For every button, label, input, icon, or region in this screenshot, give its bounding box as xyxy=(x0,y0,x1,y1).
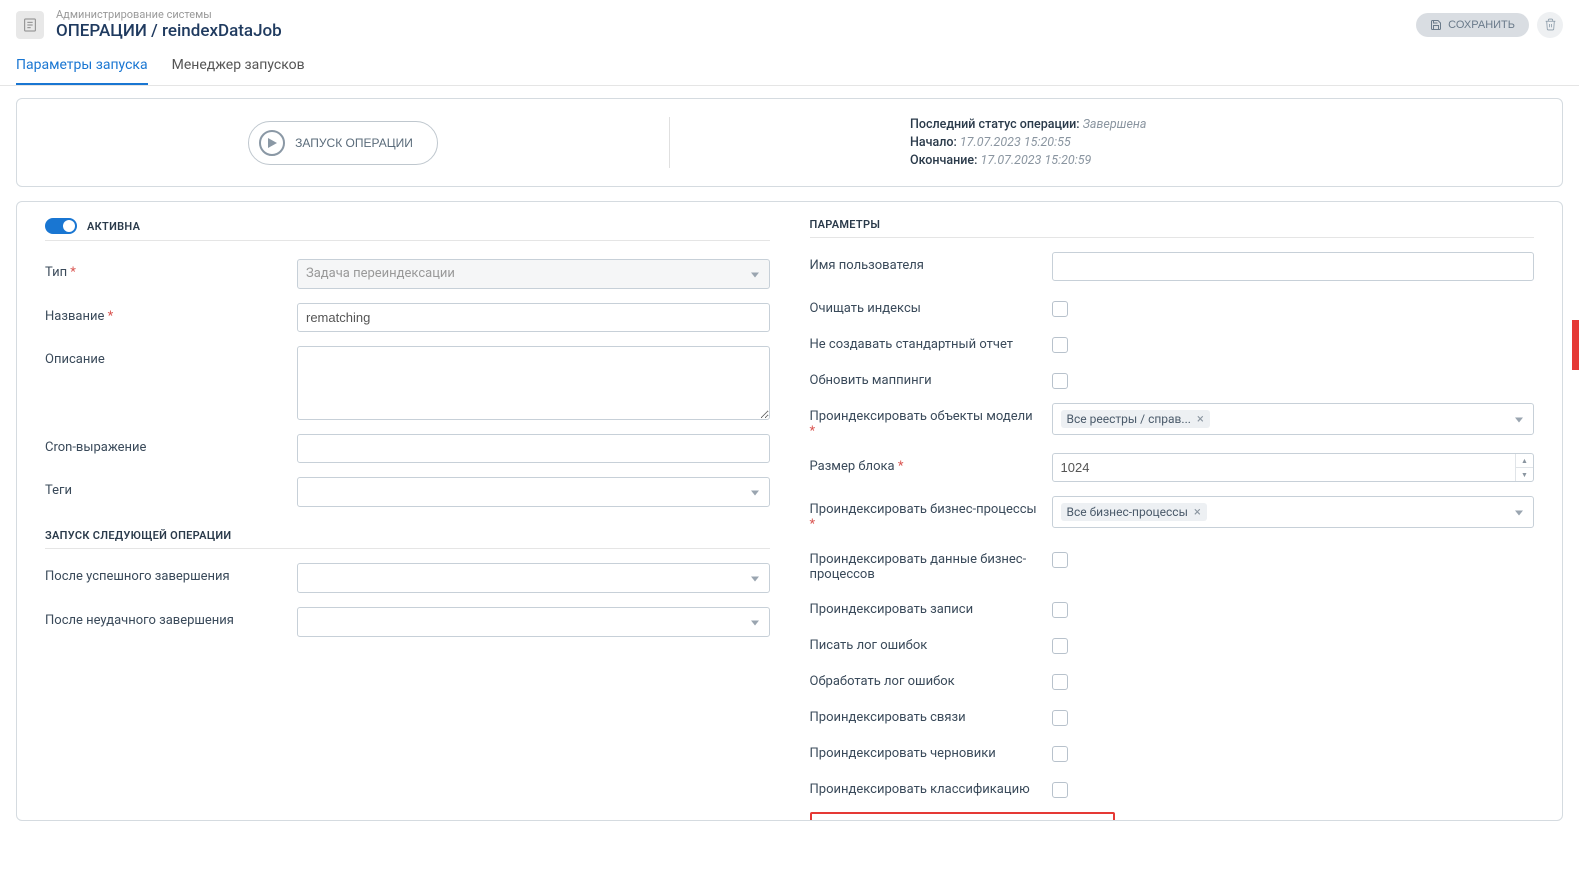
start-label: Начало: xyxy=(910,135,957,150)
clear-idx-checkbox[interactable] xyxy=(1052,301,1068,317)
run-operation-button[interactable]: ЗАПУСК ОПЕРАЦИИ xyxy=(248,121,438,165)
idx-rel-label: Проиндексировать связи xyxy=(810,704,1040,725)
proc-err-label: Обработать лог ошибок xyxy=(810,668,1040,689)
cron-input[interactable] xyxy=(297,434,770,463)
idx-model-tag[interactable]: Все реестры / справ... × xyxy=(1061,410,1210,428)
after-fail-label: После неудачного завершения xyxy=(45,607,285,628)
params-heading: ПАРАМЕТРЫ xyxy=(810,218,1535,238)
chevron-down-icon[interactable]: ▼ xyxy=(1516,468,1533,481)
block-input[interactable] xyxy=(1052,453,1535,482)
idx-draft-checkbox[interactable] xyxy=(1052,746,1068,762)
idx-model-select[interactable]: Все реестры / справ... × xyxy=(1052,403,1535,435)
last-status-value: Завершена xyxy=(1083,117,1147,132)
idx-bp-tag-text: Все бизнес-процессы xyxy=(1067,505,1188,519)
close-icon[interactable]: × xyxy=(1194,506,1201,519)
save-button[interactable]: СОХРАНИТЬ xyxy=(1416,13,1529,37)
close-icon[interactable]: × xyxy=(1197,413,1204,426)
idx-bp-data-label: Проиндексировать данные бизнес-процессов xyxy=(810,546,1040,582)
type-label: Тип xyxy=(45,259,285,280)
idx-model-label: Проиндексировать объекты модели xyxy=(810,403,1040,439)
active-toggle[interactable] xyxy=(45,218,77,234)
upd-map-label: Обновить маппинги xyxy=(810,367,1040,388)
save-icon xyxy=(1430,19,1442,31)
delete-button[interactable] xyxy=(1537,12,1563,38)
tab-launch-params[interactable]: Параметры запуска xyxy=(16,47,148,85)
tab-launch-manager[interactable]: Менеджер запусков xyxy=(172,47,305,85)
name-input[interactable] xyxy=(297,303,770,332)
after-fail-select[interactable] xyxy=(297,607,770,637)
desc-textarea[interactable] xyxy=(297,346,770,420)
chevron-up-icon[interactable]: ▲ xyxy=(1516,454,1533,468)
active-label: АКТИВНА xyxy=(87,220,140,233)
log-err-label: Писать лог ошибок xyxy=(810,632,1040,653)
tags-select[interactable] xyxy=(297,477,770,507)
idx-rec-checkbox[interactable] xyxy=(1052,602,1068,618)
no-report-checkbox[interactable] xyxy=(1052,337,1068,353)
end-label: Окончание: xyxy=(910,153,977,168)
header-title: ОПЕРАЦИИ / reindexDataJob xyxy=(56,21,1416,41)
idx-class-checkbox[interactable] xyxy=(1052,782,1068,798)
after-ok-select[interactable] xyxy=(297,563,770,593)
idx-rec-label: Проиндексировать записи xyxy=(810,596,1040,617)
next-op-heading: ЗАПУСК СЛЕДУЮЩЕЙ ОПЕРАЦИИ xyxy=(45,529,770,549)
start-value: 17.07.2023 15:20:55 xyxy=(960,135,1071,150)
last-status-label: Последний статус операции: xyxy=(910,117,1080,132)
tags-label: Теги xyxy=(45,477,285,498)
desc-label: Описание xyxy=(45,346,285,367)
proc-err-checkbox[interactable] xyxy=(1052,674,1068,690)
highlighted-row: Обновить данные таблиц сопоставления xyxy=(810,812,1115,821)
scroll-indicator xyxy=(1572,320,1579,370)
idx-bp-data-checkbox[interactable] xyxy=(1052,552,1068,568)
cron-label: Cron-выражение xyxy=(45,434,285,455)
header-supertitle: Администрирование системы xyxy=(56,8,1416,21)
idx-draft-label: Проиндексировать черновики xyxy=(810,740,1040,761)
play-icon xyxy=(259,130,285,156)
number-spinner[interactable]: ▲ ▼ xyxy=(1515,454,1533,481)
idx-bp-select[interactable]: Все бизнес-процессы × xyxy=(1052,496,1535,528)
no-report-label: Не создавать стандартный отчет xyxy=(810,331,1040,352)
run-label: ЗАПУСК ОПЕРАЦИИ xyxy=(295,136,413,150)
idx-rel-checkbox[interactable] xyxy=(1052,710,1068,726)
save-label: СОХРАНИТЬ xyxy=(1448,19,1515,31)
trash-icon xyxy=(1544,18,1557,31)
log-err-checkbox[interactable] xyxy=(1052,638,1068,654)
upd-map-checkbox[interactable] xyxy=(1052,373,1068,389)
name-label: Название xyxy=(45,303,285,324)
idx-bp-label: Проиндексировать бизнес-процессы xyxy=(810,496,1040,532)
end-value: 17.07.2023 15:20:59 xyxy=(981,153,1092,168)
user-label: Имя пользователя xyxy=(810,252,1040,273)
idx-model-tag-text: Все реестры / справ... xyxy=(1067,412,1191,426)
page-icon xyxy=(16,11,44,39)
idx-bp-tag[interactable]: Все бизнес-процессы × xyxy=(1061,503,1207,521)
clear-idx-label: Очищать индексы xyxy=(810,295,1040,316)
user-input[interactable] xyxy=(1052,252,1535,281)
type-select[interactable]: Задача переиндексации xyxy=(297,259,770,289)
idx-class-label: Проиндексировать классификацию xyxy=(810,776,1040,797)
after-ok-label: После успешного завершения xyxy=(45,563,285,584)
block-label: Размер блока xyxy=(810,453,1040,474)
